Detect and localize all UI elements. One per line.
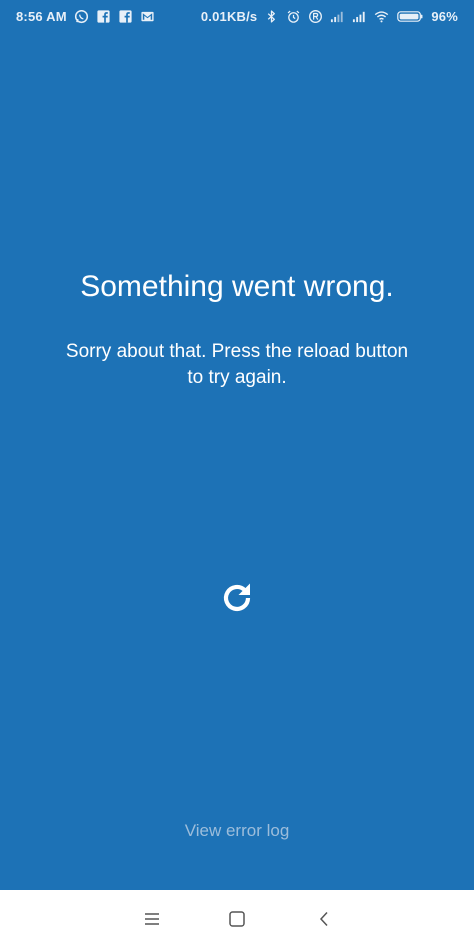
facebook-icon bbox=[118, 9, 133, 24]
whatsapp-icon bbox=[74, 9, 89, 24]
back-button[interactable] bbox=[309, 906, 339, 932]
error-message: Sorry about that. Press the reload butto… bbox=[65, 341, 409, 388]
reload-button[interactable] bbox=[212, 576, 262, 620]
facebook-icon bbox=[96, 9, 111, 24]
error-screen: 8:56 AM 0.01KB/s 96% Something went wron… bbox=[0, 0, 474, 948]
status-time: 8:56 AM bbox=[16, 9, 67, 24]
view-error-log-link[interactable]: View error log bbox=[0, 821, 474, 841]
gmail-icon bbox=[140, 9, 155, 24]
registered-icon bbox=[308, 9, 323, 24]
home-icon bbox=[229, 911, 245, 927]
wifi-icon bbox=[374, 9, 389, 24]
bluetooth-icon bbox=[264, 9, 279, 24]
network-speed: 0.01KB/s bbox=[200, 9, 258, 24]
status-bar-left: 8:56 AM bbox=[16, 9, 155, 24]
battery-percent: 96% bbox=[431, 9, 458, 24]
signal-icon bbox=[330, 9, 345, 24]
home-button[interactable] bbox=[222, 906, 252, 932]
alarm-icon bbox=[286, 9, 301, 24]
menu-button[interactable] bbox=[137, 906, 167, 932]
status-bar-right: 0.01KB/s 96% bbox=[201, 9, 458, 24]
error-title: Something went wrong. bbox=[80, 270, 394, 303]
navigation-bar bbox=[0, 890, 474, 948]
reload-icon bbox=[223, 583, 251, 612]
status-bar: 8:56 AM 0.01KB/s 96% bbox=[0, 0, 474, 34]
menu-icon bbox=[145, 913, 159, 925]
back-icon bbox=[319, 911, 328, 927]
signal-icon bbox=[352, 9, 367, 24]
battery-icon bbox=[396, 9, 424, 24]
